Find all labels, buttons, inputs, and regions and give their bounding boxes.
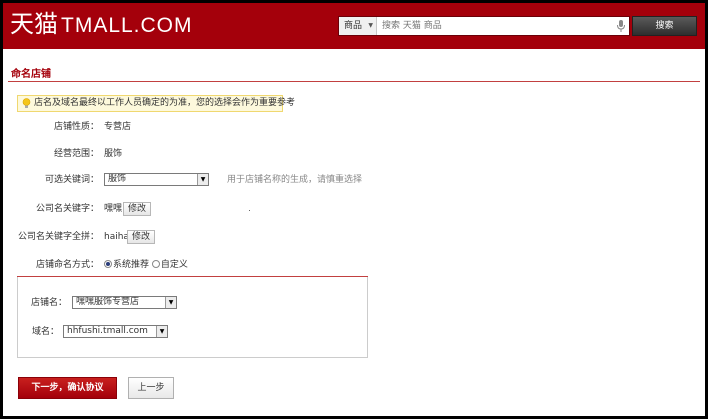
business-scope-value: 服饰 [104, 149, 123, 159]
stray-dot [249, 210, 250, 211]
logo-en-text: TMALL.COM [61, 14, 193, 37]
page-title: 命名店铺 [11, 69, 51, 80]
store-name-select[interactable]: 嘿嘿服饰专营店 ▼ [72, 296, 177, 309]
chevron-down-icon: ▼ [197, 174, 208, 185]
company-pinyin-label: 公司名关键字全拼： [17, 232, 99, 242]
store-type-label: 店铺性质： [53, 122, 99, 132]
domain-label: 域名： [31, 327, 59, 337]
search-input[interactable] [379, 17, 609, 35]
naming-details-box [17, 277, 368, 358]
radio-custom[interactable]: 自定义 [151, 260, 188, 270]
business-scope-label: 经营范围： [53, 149, 99, 159]
lightbulb-icon [22, 98, 31, 108]
microphone-icon[interactable] [616, 19, 626, 33]
logo-cn-text: 天猫 [10, 10, 58, 38]
search-button[interactable]: 搜索 [632, 16, 697, 36]
title-divider [8, 81, 700, 82]
search-bar: 商品 ▼ [338, 16, 630, 36]
keyword-hint: 用于店铺名称的生成，请慎重选择 [227, 175, 363, 185]
radio-system-recommend[interactable]: 系统推荐 [104, 260, 149, 270]
edit-company-keyword-button[interactable]: 修改 [123, 202, 152, 216]
keyword-select[interactable]: 服饰 ▼ [104, 173, 209, 186]
radio-unchecked-icon [151, 260, 160, 268]
radio-custom-label: 自定义 [160, 260, 188, 270]
company-keyword-value: 嘿嘿 [104, 204, 123, 214]
notice-text: 店名及域名最终以工作人员确定的为准，您的选择会作为重要参考 [34, 98, 296, 108]
domain-select[interactable]: hhfushi.tmall.com ▼ [63, 325, 168, 338]
radio-system-recommend-label: 系统推荐 [113, 260, 150, 270]
page-frame: 天猫TMALL.COM 商品 ▼ 搜索 命名店铺 店名及域名最终以工作人员确定的… [3, 3, 705, 416]
chevron-down-icon: ▼ [156, 326, 167, 337]
next-confirm-agreement-button[interactable]: 下一步，确认协议 [18, 377, 117, 399]
store-name-select-value: 嘿嘿服饰专营店 [76, 297, 140, 307]
top-header: 天猫 TMALL.COM 商品 ▼ 搜索 [3, 3, 705, 49]
naming-mode-options: 系统推荐 自定义 [104, 258, 188, 272]
search-scope-select[interactable]: 商品 ▼ [339, 17, 377, 35]
domain-select-value: hhfushi.tmall.com [67, 326, 148, 336]
chevron-down-icon: ▼ [165, 297, 176, 308]
keyword-select-value: 服饰 [108, 174, 127, 184]
notice-banner: 店名及域名最终以工作人员确定的为准，您的选择会作为重要参考 [17, 95, 295, 112]
naming-mode-label: 店铺命名方式： [35, 260, 99, 270]
tmall-logo[interactable]: 天猫 TMALL.COM [10, 9, 193, 41]
edit-company-pinyin-button[interactable]: 修改 [127, 230, 156, 244]
radio-checked-icon [104, 260, 112, 268]
company-keyword-label: 公司名关键字： [35, 204, 99, 214]
previous-step-button[interactable]: 上一步 [128, 377, 174, 399]
keyword-label: 可选关键词： [44, 175, 99, 185]
chevron-down-icon: ▼ [368, 22, 373, 29]
search-scope-label: 商品 [344, 21, 363, 31]
store-type-value: 专营店 [104, 122, 132, 132]
store-name-label: 店铺名： [30, 298, 67, 308]
